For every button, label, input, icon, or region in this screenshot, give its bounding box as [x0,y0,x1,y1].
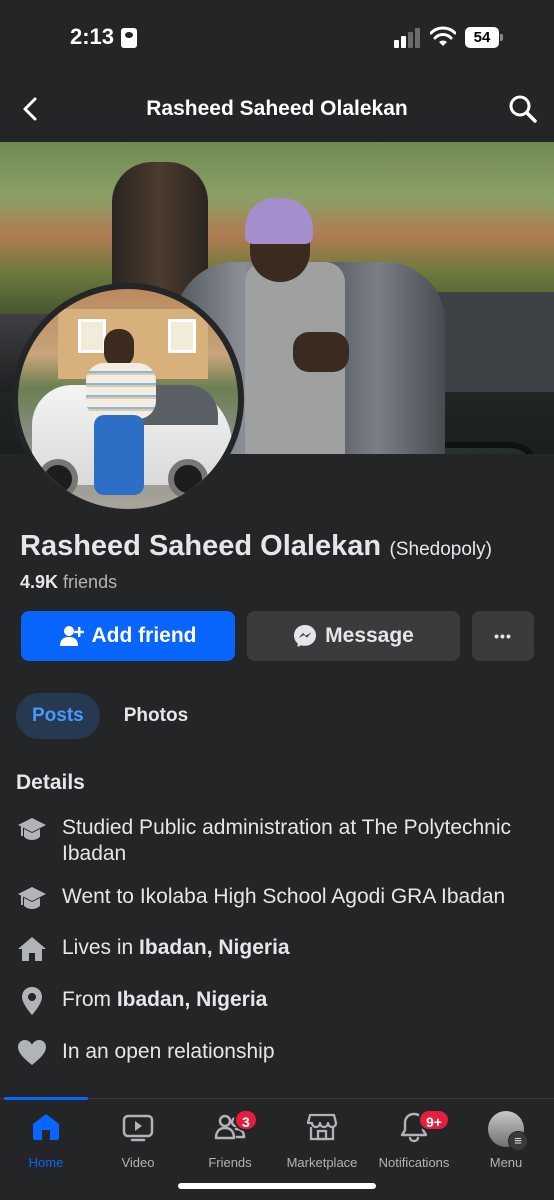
messenger-icon [294,625,317,647]
nav-notifications-label: Notifications [378,1155,450,1170]
nav-menu-label: Menu [489,1155,523,1170]
detail-relationship[interactable]: In an open relationship [16,1039,544,1069]
page-title: Rasheed Saheed Olalekan [146,97,408,120]
nav-friends[interactable]: 3 Friends [184,1109,276,1171]
nav-notifications[interactable]: 9+ Notifications [368,1109,460,1171]
marketplace-icon [306,1113,338,1141]
menu-avatar-icon [488,1111,528,1151]
nav-home[interactable]: Home [0,1111,92,1171]
heart-icon [18,1040,46,1065]
nav-friends-label: Friends [208,1155,252,1170]
nav-home-label: Home [28,1155,64,1170]
profile-picture[interactable] [12,283,244,515]
battery-icon: 54 [465,27,503,48]
details-heading: Details [16,771,85,794]
detail-high-school-text: Went to Ikolaba High School Agodi GRA Ib… [62,885,506,908]
battery-level: 54 [465,27,499,48]
location-pin-icon [22,987,42,1015]
cellular-signal-icon [394,28,422,48]
nav-marketplace[interactable]: Marketplace [276,1111,368,1171]
home-icon [33,1114,59,1140]
message-label: Message [325,624,414,647]
wifi-icon [430,26,456,46]
status-time: 2:13 [70,24,115,49]
tab-posts[interactable]: Posts [16,693,100,739]
home-indicator [178,1183,376,1189]
tab-photos[interactable]: Photos [108,693,204,739]
friends-label: friends [63,572,118,592]
add-friend-icon [59,626,84,646]
detail-lives-in[interactable]: Lives in Ibadan, Nigeria [16,935,544,965]
more-options-button[interactable]: ••• [472,611,534,661]
detail-relationship-text: In an open relationship [62,1040,275,1063]
detail-lives-in-place: Ibadan, Nigeria [139,936,290,959]
detail-from[interactable]: From Ibadan, Nigeria [16,987,544,1017]
profile-name-block: Rasheed Saheed Olalekan (Shedopoly) [20,530,550,563]
nav-marketplace-label: Marketplace [286,1155,358,1170]
add-friend-label: Add friend [91,624,197,647]
detail-high-school[interactable]: Went to Ikolaba High School Agodi GRA Ib… [16,884,544,914]
status-bar: 2:13 54 [0,0,554,74]
profile-tabs: Posts Photos [16,693,204,739]
detail-from-place: Ibadan, Nigeria [116,988,268,1011]
more-dots-icon: ••• [494,628,512,644]
graduation-cap-icon [18,887,46,909]
nav-menu[interactable]: Menu [460,1111,552,1171]
friends-badge: 3 [234,1109,258,1131]
add-friend-button[interactable]: Add friend [21,611,235,661]
id-card-icon [121,28,137,48]
active-tab-indicator [4,1097,88,1100]
message-button[interactable]: Message [247,611,460,661]
graduation-cap-icon [18,818,46,840]
video-icon [122,1114,154,1142]
detail-education-text: Studied Public administration at The Pol… [62,816,512,865]
detail-from-prefix: From [62,988,117,1011]
friends-count-line[interactable]: 4.9K friends [20,572,117,593]
search-icon[interactable] [508,94,538,124]
nav-video-label: Video [121,1155,155,1170]
house-icon [18,937,46,961]
top-bar: Rasheed Saheed Olalekan [0,80,554,138]
friends-count: 4.9K [20,572,59,592]
detail-education[interactable]: Studied Public administration at The Pol… [16,815,544,867]
detail-lives-in-prefix: Lives in [62,936,140,959]
notifications-badge: 9+ [418,1109,450,1131]
profile-nickname: (Shedopoly) [389,539,492,560]
profile-name: Rasheed Saheed Olalekan [20,530,382,562]
nav-video[interactable]: Video [92,1111,184,1171]
